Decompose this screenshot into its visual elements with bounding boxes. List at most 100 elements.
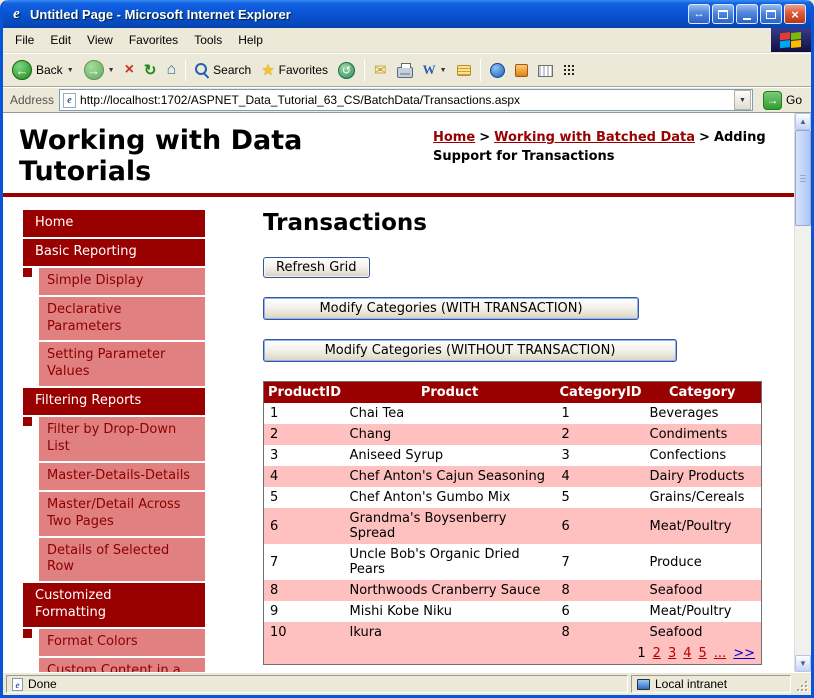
- forward-icon: →: [84, 60, 104, 80]
- modify-without-transaction-button[interactable]: Modify Categories (WITHOUT TRANSACTION): [263, 339, 677, 362]
- menu-edit[interactable]: Edit: [42, 30, 79, 50]
- menu-tools[interactable]: Tools: [186, 30, 230, 50]
- print-button[interactable]: [392, 60, 418, 81]
- sidebar-item-details-of-selected-row[interactable]: Details of Selected Row: [39, 538, 205, 582]
- print-icon: [397, 67, 413, 78]
- edit-button[interactable]: W ▼: [418, 59, 452, 81]
- resize-button[interactable]: ↔: [688, 4, 710, 24]
- breadcrumb-link-working-with-batched-data[interactable]: Working with Batched Data: [494, 130, 695, 145]
- sidebar-item-filter-by-drop-down-list[interactable]: Filter by Drop-Down List: [39, 417, 205, 461]
- address-label: Address: [7, 93, 54, 107]
- forward-dropdown-icon[interactable]: ▼: [108, 67, 115, 74]
- scroll-up-button[interactable]: ▲: [795, 113, 811, 130]
- pager-link-page-4[interactable]: 4: [683, 646, 691, 661]
- scroll-down-icon: ▼: [799, 660, 807, 668]
- page-title: Transactions: [263, 210, 794, 236]
- address-input[interactable]: [76, 91, 734, 109]
- sidebar-item-custom-content-in-a[interactable]: Custom Content in a: [39, 658, 205, 672]
- research-button[interactable]: [510, 61, 533, 80]
- back-button[interactable]: ← Back ▼: [7, 57, 79, 83]
- forward-button[interactable]: → ▼: [79, 57, 120, 83]
- cell-product-row-2: Chang: [344, 424, 556, 445]
- sidebar-item-filtering-reports[interactable]: Filtering Reports: [23, 388, 205, 415]
- edit-word-icon: W: [423, 62, 436, 78]
- refresh-button[interactable]: ↻: [139, 58, 162, 82]
- modify-with-transaction-button[interactable]: Modify Categories (WITH TRANSACTION): [263, 297, 639, 320]
- sidebar-item-home[interactable]: Home: [23, 210, 205, 237]
- grid-row-1: 1Chai Tea1Beverages: [264, 403, 762, 424]
- scrollbar-track[interactable]: [795, 130, 811, 655]
- history-icon: ↺: [338, 62, 355, 79]
- stop-button[interactable]: ×: [120, 59, 139, 81]
- resize-grip[interactable]: [794, 675, 809, 693]
- column-header-product: Product: [344, 382, 556, 404]
- scrollbar-thumb[interactable]: [795, 130, 811, 226]
- breadcrumb-link-home[interactable]: Home: [433, 130, 475, 145]
- sidebar-item-format-colors[interactable]: Format Colors: [39, 629, 205, 656]
- sidebar-item-master-detail-across-two-pages[interactable]: Master/Detail Across Two Pages: [39, 492, 205, 536]
- cell-product-row-1: Chai Tea: [344, 403, 556, 424]
- menu-file[interactable]: File: [7, 30, 42, 50]
- cell-category-row-9: Meat/Poultry: [644, 601, 762, 622]
- search-button[interactable]: Search: [190, 60, 256, 80]
- sidebar-item-setting-parameter-values[interactable]: Setting Parameter Values: [39, 342, 205, 386]
- pager-current-page: 1: [637, 646, 645, 661]
- home-icon: ⌂: [166, 61, 176, 79]
- title-bar[interactable]: e Untitled Page - Microsoft Internet Exp…: [3, 0, 811, 28]
- minimize-button[interactable]: [736, 4, 758, 24]
- cell-productid-row-1: 1: [264, 403, 344, 424]
- back-label: Back: [36, 63, 63, 77]
- window-mode-button[interactable]: [712, 4, 734, 24]
- sidebar-item-declarative-parameters[interactable]: Declarative Parameters: [39, 297, 205, 341]
- cell-categoryid-row-5: 5: [556, 487, 644, 508]
- refresh-grid-button[interactable]: Refresh Grid: [263, 257, 370, 278]
- cell-categoryid-row-4: 4: [556, 466, 644, 487]
- breadcrumb-separator: >: [479, 130, 490, 145]
- grid-row-10: 10Ikura8Seafood: [264, 622, 762, 643]
- mail-icon: ✉: [374, 61, 387, 79]
- home-button[interactable]: ⌂: [161, 58, 181, 82]
- menu-favorites[interactable]: Favorites: [121, 30, 186, 50]
- toolbar-separator: [364, 59, 365, 81]
- address-field[interactable]: e ▼: [59, 89, 753, 111]
- cell-categoryid-row-1: 1: [556, 403, 644, 424]
- scroll-down-button[interactable]: ▼: [795, 655, 811, 672]
- cell-productid-row-5: 5: [264, 487, 344, 508]
- cell-product-row-4: Chef Anton's Cajun Seasoning: [344, 466, 556, 487]
- refresh-icon: ↻: [144, 61, 157, 79]
- close-button[interactable]: ×: [784, 4, 806, 24]
- minimize-icon: [743, 18, 751, 20]
- search-icon: [195, 63, 209, 77]
- sidebar-item-master-details-details[interactable]: Master-Details-Details: [39, 463, 205, 490]
- browser-window: e Untitled Page - Microsoft Internet Exp…: [0, 0, 814, 698]
- pager-link-page-3[interactable]: 3: [668, 646, 676, 661]
- edit-dropdown-icon[interactable]: ▼: [440, 67, 447, 74]
- sidebar-item-basic-reporting[interactable]: Basic Reporting: [23, 239, 205, 266]
- cell-productid-row-8: 8: [264, 580, 344, 601]
- sidebar-item-simple-display[interactable]: Simple Display: [39, 268, 205, 295]
- sidebar-item-customized-formatting[interactable]: Customized Formatting: [23, 583, 205, 627]
- menu-view[interactable]: View: [79, 30, 121, 50]
- pager-ellipsis-link[interactable]: ...: [714, 646, 726, 661]
- addon-sites-button[interactable]: [533, 60, 558, 80]
- maximize-button[interactable]: [760, 4, 782, 24]
- back-dropdown-icon[interactable]: ▼: [67, 67, 74, 74]
- address-dropdown-button[interactable]: ▼: [734, 90, 751, 110]
- cell-productid-row-6: 6: [264, 508, 344, 544]
- messenger-button[interactable]: [485, 60, 510, 81]
- grid-header-row: ProductIDProductCategoryIDCategory: [264, 382, 762, 404]
- bank-building-icon: [538, 65, 553, 77]
- addon-grid-button[interactable]: [558, 61, 580, 79]
- pager-link-page-2[interactable]: 2: [653, 646, 661, 661]
- web-page: Working with Data Tutorials Home>Working…: [3, 113, 794, 672]
- go-button[interactable]: → Go: [758, 91, 807, 110]
- favorites-button[interactable]: ★ Favorites: [256, 58, 333, 82]
- history-button[interactable]: ↺: [333, 59, 360, 82]
- vertical-scrollbar[interactable]: ▲ ▼: [794, 113, 811, 672]
- mail-button[interactable]: ✉: [369, 58, 392, 82]
- pager-next-set-link[interactable]: >>: [733, 646, 755, 661]
- discuss-button[interactable]: [452, 62, 476, 79]
- pager-link-page-5[interactable]: 5: [699, 646, 707, 661]
- cell-category-row-2: Condiments: [644, 424, 762, 445]
- menu-help[interactable]: Help: [230, 30, 271, 50]
